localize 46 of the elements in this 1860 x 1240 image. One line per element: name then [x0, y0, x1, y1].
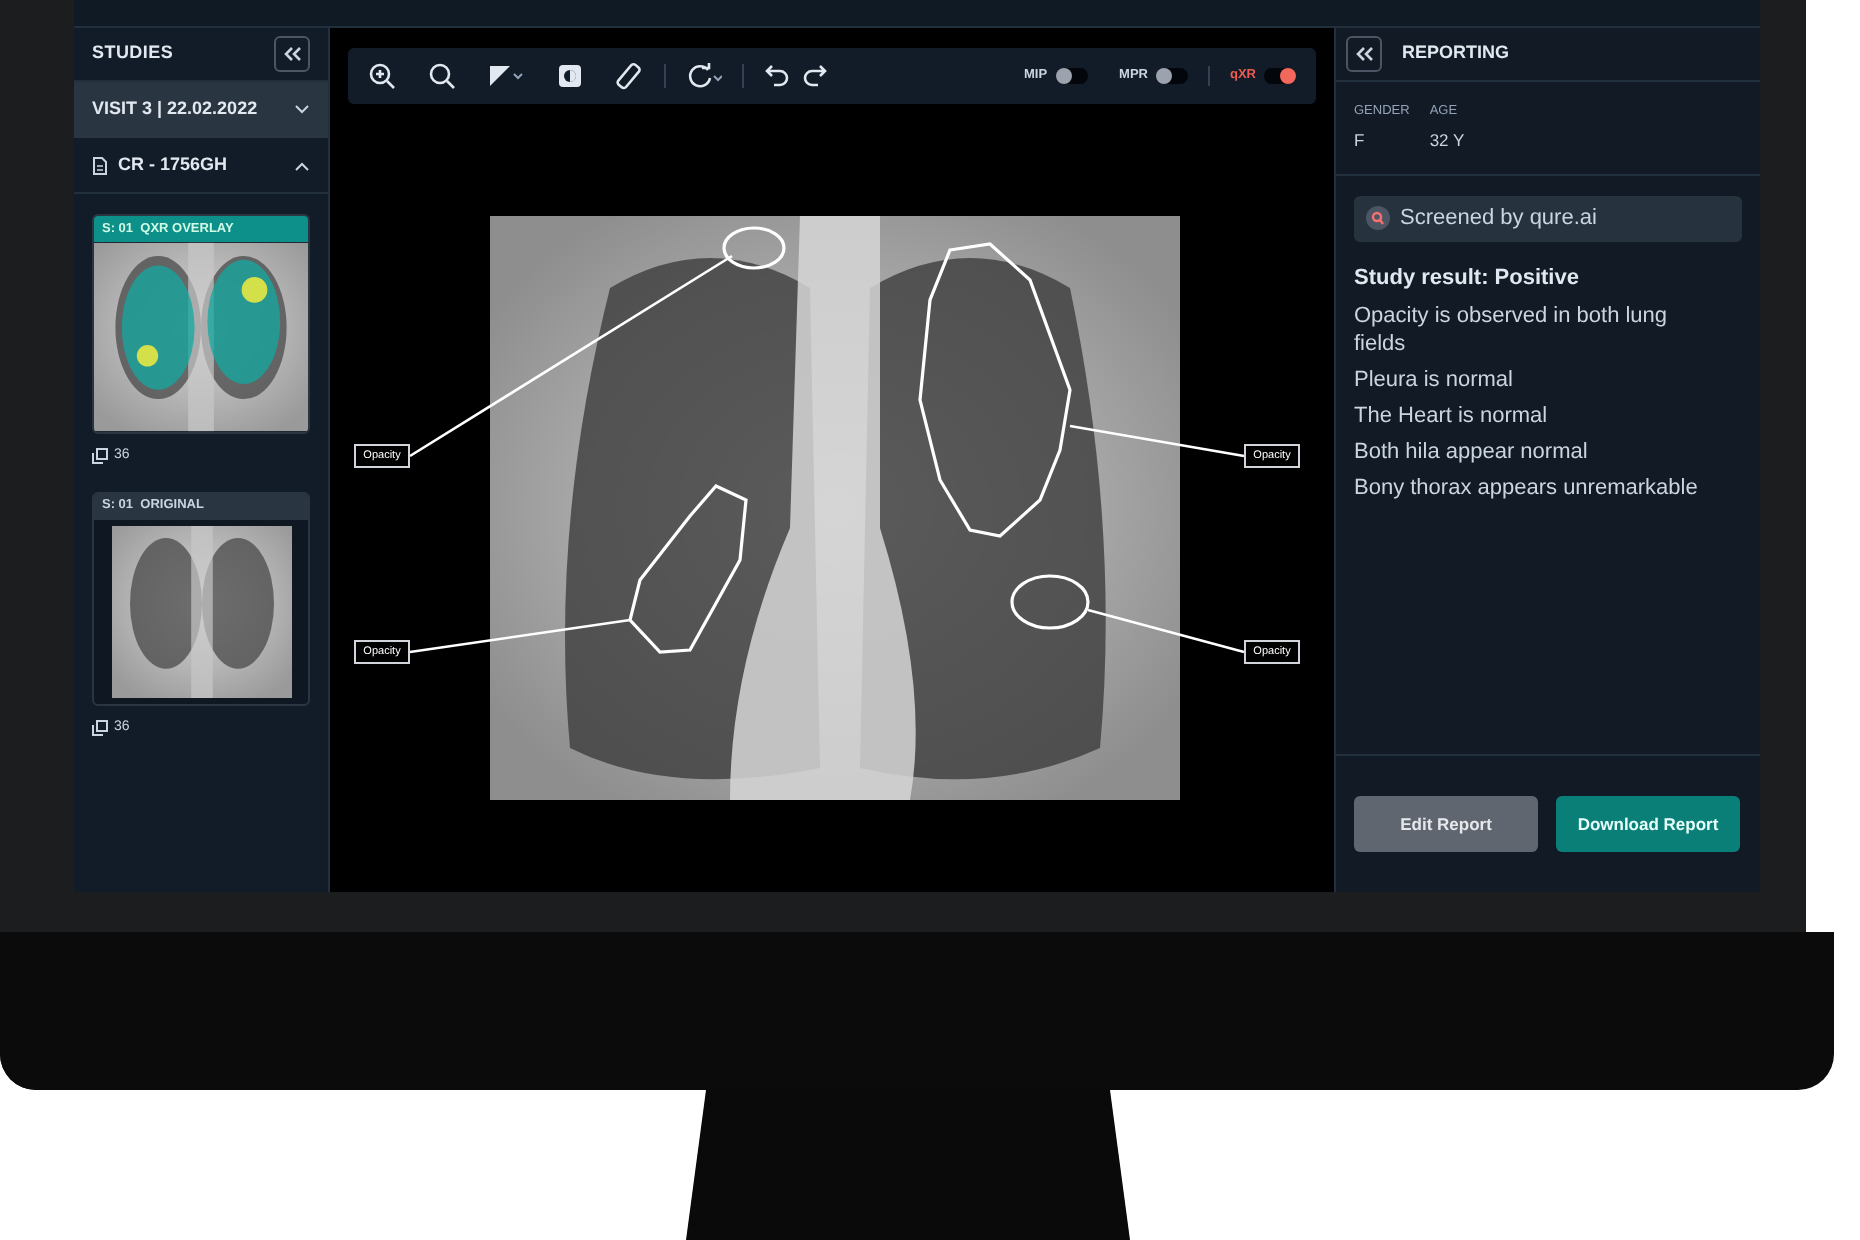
chevron-down-icon	[294, 104, 310, 116]
document-icon	[92, 155, 108, 175]
annotation-outline	[722, 226, 786, 270]
annotation-outline	[1010, 574, 1090, 630]
visit-dropdown[interactable]: VISIT 3 | 22.02.2022	[74, 82, 328, 138]
toolbar-button[interactable]	[802, 62, 828, 90]
undo-icon	[764, 62, 790, 90]
field-value: F	[1354, 127, 1367, 153]
toolbar-button[interactable]	[764, 62, 790, 90]
toolbar-button[interactable]	[556, 62, 584, 90]
finding-text: Opacity is observed in both lung fields	[1354, 302, 1670, 358]
search-icon	[428, 62, 456, 90]
double-chevron-icon	[279, 42, 305, 66]
invert-icon	[556, 62, 584, 90]
sidebar-title: STUDIES	[92, 40, 174, 67]
study-result: Study result: Positive	[1354, 263, 1581, 293]
field-value: 32 Y	[1429, 127, 1465, 153]
toolbar-button[interactable]	[368, 62, 396, 90]
search-icon	[1366, 206, 1390, 230]
toolbar-button[interactable]	[686, 62, 722, 90]
rotate-icon	[686, 62, 722, 90]
toolbar-button[interactable]	[428, 62, 456, 90]
collapse-button[interactable]	[1346, 36, 1382, 72]
toggle-switch[interactable]	[1156, 68, 1188, 84]
finding-text: The Heart is normal	[1354, 402, 1550, 430]
finding-text: Both hila appear normal	[1354, 438, 1590, 466]
panel-title: REPORTING	[1402, 40, 1510, 67]
stack-icon	[92, 448, 108, 465]
toggle-switch[interactable]	[1264, 68, 1296, 84]
contrast-icon	[488, 62, 524, 90]
finding-text: Pleura is normal	[1354, 366, 1515, 394]
ruler-icon	[616, 62, 644, 90]
chevron-up-icon	[294, 159, 310, 171]
toggle-switch[interactable]	[1055, 68, 1088, 84]
download-report-button[interactable]: Download Report	[1556, 796, 1740, 852]
stack-icon	[92, 719, 108, 736]
edit-report-button[interactable]: Edit Report	[1354, 796, 1538, 852]
study-row[interactable]: CR - 1756GH	[74, 138, 328, 194]
toolbar-button[interactable]	[616, 62, 644, 90]
screened-by-text: Screened by qure.ai	[1400, 203, 1597, 234]
double-chevron-icon	[1351, 42, 1377, 66]
toolbar-button[interactable]	[488, 62, 524, 90]
redo-icon	[802, 62, 828, 90]
zoom-in-icon	[368, 62, 396, 90]
collapse-button[interactable]	[274, 36, 310, 72]
finding-text: Bony thorax appears unremarkable	[1354, 474, 1700, 502]
